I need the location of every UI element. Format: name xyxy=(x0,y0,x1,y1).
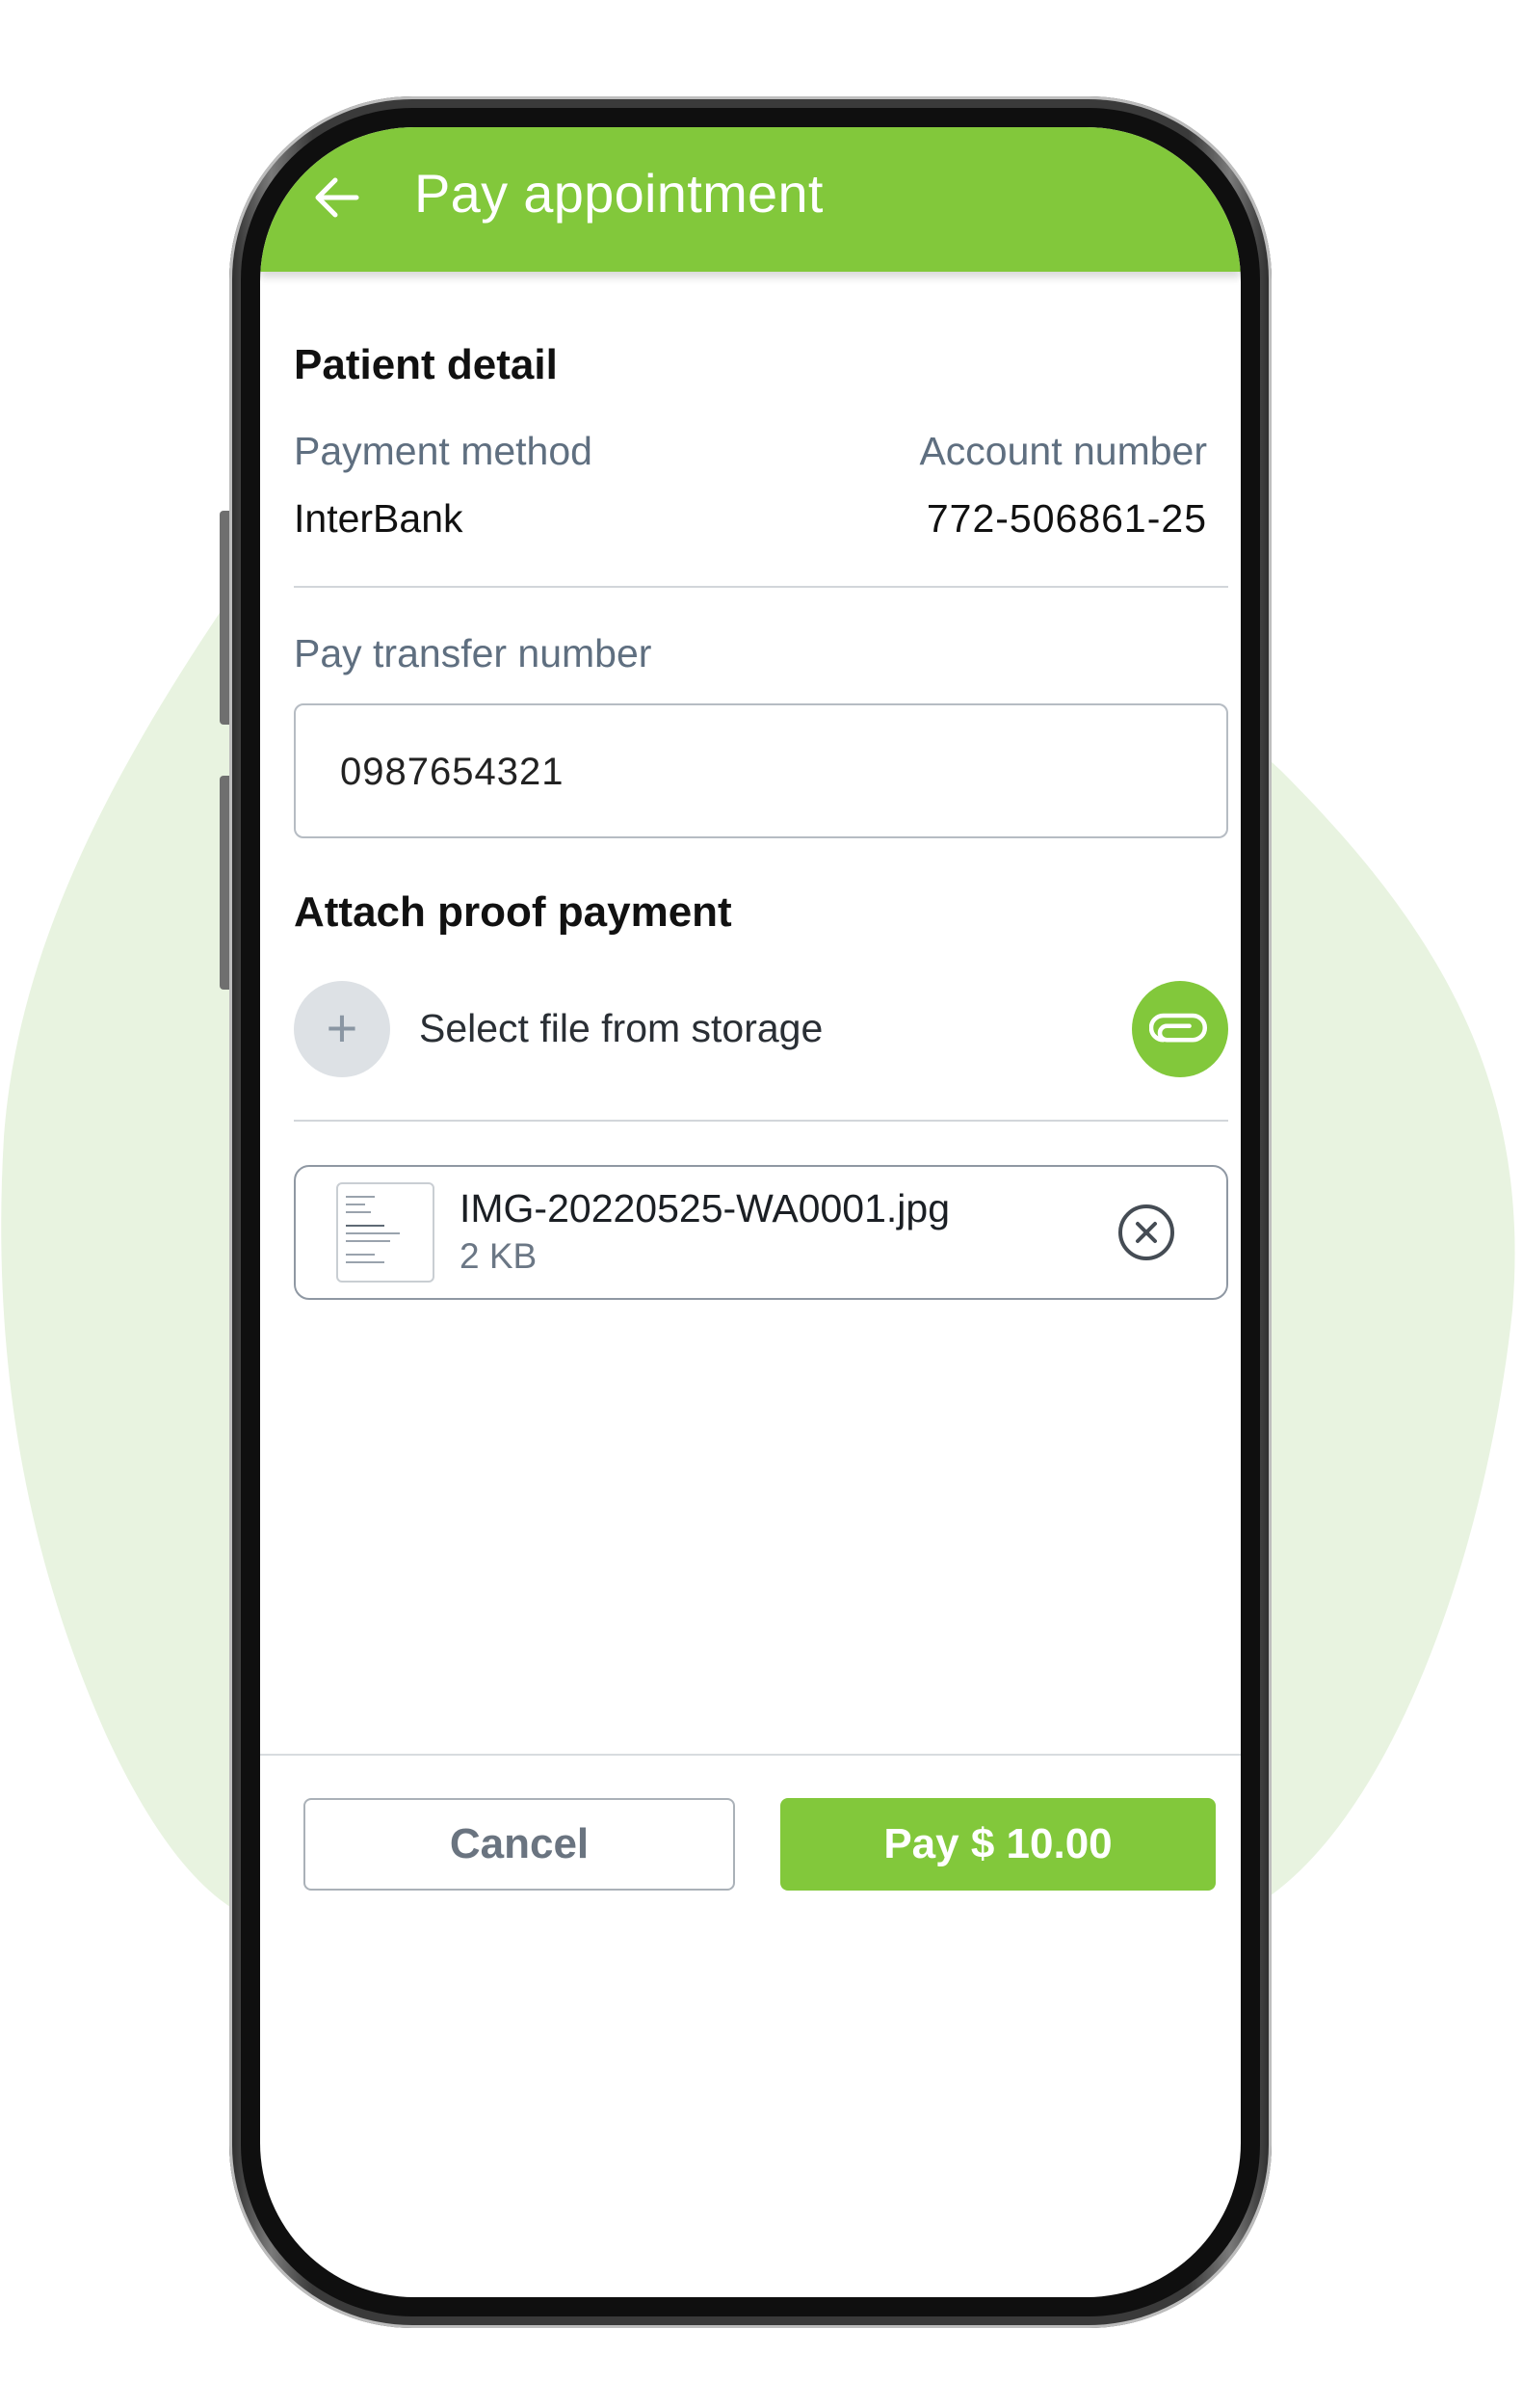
section-divider xyxy=(294,586,1228,588)
pay-transfer-label: Pay transfer number xyxy=(294,631,652,675)
file-size: 2 KB xyxy=(460,1236,538,1276)
app-bar: Pay appointment xyxy=(260,127,1241,272)
pay-button[interactable]: Pay $ 10.00 xyxy=(780,1798,1216,1891)
attached-file-card: IMG-20220525-WA0001.jpg 2 KB xyxy=(294,1165,1228,1300)
payment-method-label: Payment method xyxy=(294,429,592,473)
file-name: IMG-20220525-WA0001.jpg xyxy=(460,1186,950,1230)
footer-divider xyxy=(260,1754,1241,1756)
phone-screen: Pay appointment Patient detail Payment m… xyxy=(260,127,1241,2297)
pay-transfer-input[interactable] xyxy=(338,705,1190,838)
patient-detail-heading: Patient detail xyxy=(294,341,558,388)
phone-frame: Pay appointment Patient detail Payment m… xyxy=(229,96,1272,2328)
file-thumbnail xyxy=(336,1182,434,1283)
payment-method-value: InterBank xyxy=(294,496,463,541)
mockup-stage: Pay appointment Patient detail Payment m… xyxy=(0,0,1523,2408)
select-file-link[interactable]: Select file from storage xyxy=(419,1006,823,1051)
pay-transfer-field[interactable] xyxy=(294,703,1228,838)
account-number-label: Account number xyxy=(919,429,1207,473)
attach-divider xyxy=(294,1120,1228,1122)
cancel-button[interactable]: Cancel xyxy=(303,1798,735,1891)
phone-bezel: Pay appointment Patient detail Payment m… xyxy=(241,108,1260,2316)
paperclip-icon xyxy=(1149,1013,1208,1043)
page-title: Pay appointment xyxy=(414,163,824,224)
attach-file-button[interactable] xyxy=(1132,981,1228,1077)
attach-proof-heading: Attach proof payment xyxy=(294,888,732,936)
plus-icon[interactable]: + xyxy=(294,981,390,1077)
close-circle-icon[interactable] xyxy=(1116,1203,1176,1262)
account-number-value: 772-506861-25 xyxy=(926,496,1207,541)
arrow-left-icon[interactable] xyxy=(308,169,366,226)
